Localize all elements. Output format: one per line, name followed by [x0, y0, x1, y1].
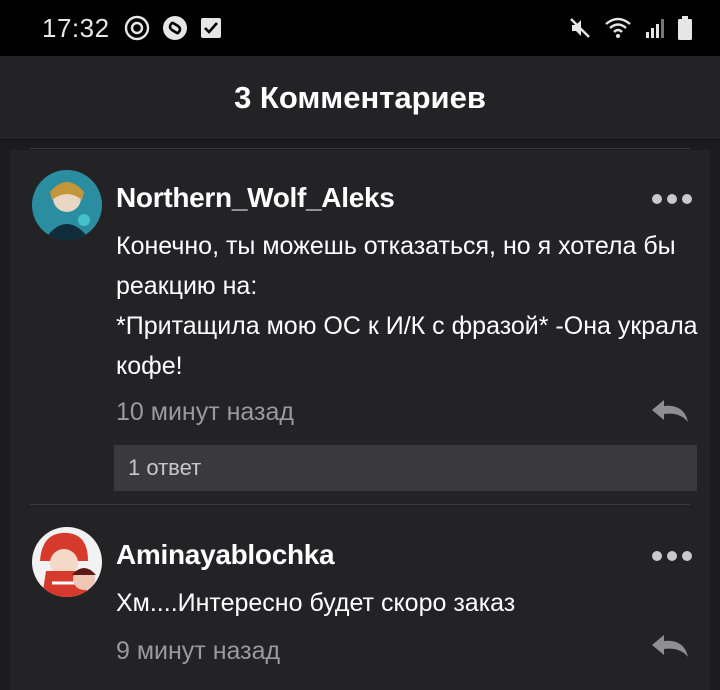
comment-username[interactable]: Aminayablochka: [116, 539, 335, 571]
more-options-button[interactable]: [652, 194, 692, 204]
mute-icon: [568, 16, 592, 40]
shazam-icon: [162, 15, 188, 41]
signal-icon: [644, 17, 666, 39]
comment-username[interactable]: Northern_Wolf_Aleks: [116, 182, 395, 214]
more-dot: [682, 551, 692, 561]
status-left-icons: [124, 15, 222, 41]
more-dot: [667, 551, 677, 561]
wifi-icon: [604, 16, 632, 40]
more-dot: [652, 194, 662, 204]
status-right-icons: [568, 16, 692, 40]
page-title: 3 Комментариев: [234, 79, 486, 115]
battery-icon: [678, 16, 692, 40]
comments-header: 3 Комментариев: [0, 56, 720, 140]
more-dot: [667, 194, 677, 204]
reply-button[interactable]: [650, 633, 690, 664]
more-options-button[interactable]: [652, 551, 692, 561]
comment-item: Aminayablochka Хм....Интересно будет ско…: [0, 505, 720, 680]
comment-item: Northern_Wolf_Aleks Конечно, ты можешь о…: [0, 140, 720, 505]
status-bar: 17:32: [0, 0, 720, 56]
reply-arrow-icon: [652, 400, 688, 422]
comments-list[interactable]: Northern_Wolf_Aleks Конечно, ты можешь о…: [0, 140, 720, 690]
more-dot: [652, 551, 662, 561]
status-time: 17:32: [42, 12, 110, 43]
checkbox-icon: [200, 17, 222, 39]
reply-arrow-icon: [652, 635, 688, 657]
replies-count: 1 ответ: [128, 455, 202, 480]
avatar[interactable]: [32, 527, 102, 597]
view-replies-button[interactable]: 1 ответ: [114, 445, 697, 491]
comment-text: Хм....Интересно будет скоро заказ: [116, 589, 516, 617]
comment-timestamp: 9 минут назад: [116, 637, 281, 665]
avatar[interactable]: [32, 170, 102, 240]
target-icon: [124, 15, 150, 41]
comment-timestamp: 10 минут назад: [116, 398, 294, 426]
more-dot: [682, 194, 692, 204]
reply-button[interactable]: [650, 398, 690, 429]
comment-text: Конечно, ты можешь отказаться, но я хоте…: [116, 232, 698, 380]
